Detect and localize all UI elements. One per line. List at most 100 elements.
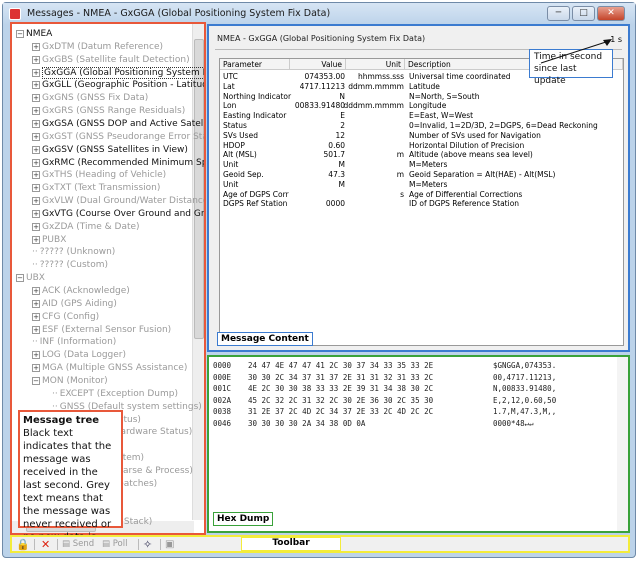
tree-item-label: INF (Information) <box>39 337 117 348</box>
tree-item[interactable]: ··????? (Unknown) <box>32 246 115 259</box>
tree-item[interactable]: +GxGST (GNSS Pseudorange Error Statistic… <box>32 131 204 144</box>
tree-item-label: GxRMC (Recommended Minimum Specific GNSS… <box>42 157 204 168</box>
minimize-button[interactable]: ─ <box>547 6 570 21</box>
table-row[interactable]: Lon 00833.91480 dddmm.mmmm Longitude <box>220 101 623 111</box>
expand-icon[interactable]: + <box>32 222 40 231</box>
column-header-parameter[interactable]: Parameter <box>220 59 290 70</box>
table-row[interactable]: Easting Indicator E E=East, W=West <box>220 111 623 121</box>
table-row[interactable]: Unit M M=Meters <box>220 160 623 170</box>
collapse-icon[interactable]: − <box>32 376 40 385</box>
table-row[interactable]: Status 2 0=Invalid, 1=2D/3D, 2=DGPS, 6=Dea… <box>220 121 623 131</box>
message-tree-callout: Message tree Black text indicates that t… <box>18 410 123 556</box>
send-button[interactable]: ▤ Send <box>62 538 94 551</box>
tree-item[interactable]: + MGA (Multiple GNSS Assistance) <box>32 362 187 375</box>
tree-item[interactable]: − MON (Monitor) <box>32 375 108 388</box>
tree-item[interactable]: +GxGSA (GNSS DOP and Active Satellites) <box>32 118 204 131</box>
expand-icon[interactable]: + <box>32 94 40 103</box>
tree-item-label: GxGST (GNSS Pseudorange Error Statistics… <box>42 131 204 142</box>
expand-icon[interactable]: + <box>32 184 40 193</box>
tree-item[interactable]: ··????? (Custom) <box>32 259 108 272</box>
collapse-icon[interactable]: − <box>16 30 24 38</box>
tree-item[interactable]: Parse & Process) <box>118 465 193 478</box>
cell-description: Longitude <box>409 101 447 111</box>
cell-param: UTC <box>223 72 238 81</box>
hex-scrollbar[interactable] <box>617 357 628 531</box>
hex-hex-bytes: 4E 2C 30 30 38 33 33 2E 39 31 34 38 30 2… <box>248 384 434 394</box>
delete-icon[interactable]: ✕ <box>41 538 50 551</box>
table-row[interactable]: DGPS Ref Station 0000 ID of DGPS Reference… <box>220 199 623 209</box>
tree-item[interactable]: − NMEA <box>16 28 52 41</box>
tree-item[interactable]: + CFG (Config) <box>32 311 99 324</box>
expand-icon[interactable]: + <box>32 81 40 90</box>
tree-item[interactable]: +GxRMC (Recommended Minimum Specific GNS… <box>32 157 204 170</box>
tree-item[interactable]: +GxGGA (Global Positioning System Fix Da… <box>32 66 204 80</box>
tree-item[interactable]: + GxZDA (Time & Date) <box>32 221 140 234</box>
expand-icon[interactable]: + <box>32 68 40 77</box>
tree-connector: ·· <box>32 260 38 271</box>
tree-item[interactable]: + GxGRS (GNSS Range Residuals) <box>32 105 185 118</box>
column-header-value[interactable]: Value <box>290 59 346 70</box>
tree-vertical-scrollbar[interactable] <box>192 24 204 520</box>
collapse-icon[interactable]: − <box>16 274 24 283</box>
expand-icon[interactable]: + <box>32 364 40 373</box>
expand-icon[interactable]: + <box>32 299 40 308</box>
tree-item[interactable]: +GxGLL (Geographic Position - Latitude/L… <box>32 79 204 92</box>
cell-description: M=Meters <box>409 179 448 189</box>
expand-icon[interactable]: + <box>32 209 40 218</box>
expand-icon[interactable]: + <box>32 158 40 167</box>
table-row[interactable]: Geoid Sep. 47.3 m Geoid Separation = Alt(HA… <box>220 170 623 180</box>
table-row[interactable]: HDOP 0.60 Horizontal Dilution of Precision <box>220 141 623 151</box>
tree-item[interactable]: + GxVLW (Dual Ground/Water Distance) <box>32 195 204 208</box>
tree-item[interactable]: +GxVTG (Course Over Ground and Ground Sp… <box>32 208 204 221</box>
expand-icon[interactable]: + <box>32 312 40 321</box>
cell-value: 074353.00 <box>304 72 345 81</box>
tree-item[interactable]: + ACK (Acknowledge) <box>32 285 130 298</box>
expand-icon[interactable]: + <box>32 107 40 116</box>
tree-item[interactable]: + PUBX <box>32 234 66 247</box>
poll-button[interactable]: ▤ Poll <box>102 538 127 551</box>
divider <box>138 539 139 550</box>
tree-item[interactable]: + LOG (Data Logger) <box>32 349 126 362</box>
tree-item-label: ESF (External Sensor Fusion) <box>42 324 172 335</box>
expand-icon[interactable]: + <box>32 325 40 334</box>
send-label: Send <box>72 539 95 549</box>
tree-item[interactable]: + GxTXT (Text Transmission) <box>32 182 160 195</box>
expand-icon[interactable]: + <box>32 119 40 128</box>
tree-item[interactable]: + GxGNS (GNSS Fix Data) <box>32 92 148 105</box>
expand-icon[interactable]: + <box>32 287 40 295</box>
tools-icon[interactable]: ✧ <box>143 538 152 551</box>
divider <box>34 539 35 550</box>
tree-item-label: GxTHS (Heading of Vehicle) <box>42 170 167 181</box>
tree-item[interactable]: + GxGBS (Satellite fault Detection) <box>32 54 190 67</box>
close-button[interactable]: ✕ <box>597 6 625 21</box>
table-row[interactable]: Northing Indicator N N=North, S=South <box>220 92 623 102</box>
table-row[interactable]: Alt (MSL) 501.7 m Altitude (above means sea… <box>220 150 623 160</box>
cell-unit: hhmmss.sss <box>357 72 404 81</box>
tree-item[interactable]: ·· EXCEPT (Exception Dump) <box>52 388 178 401</box>
tree-item[interactable]: + AID (GPS Aiding) <box>32 298 117 311</box>
tree-item[interactable]: lardware Status) <box>118 426 192 439</box>
tree-item[interactable]: − UBX <box>16 272 45 285</box>
expand-icon[interactable]: + <box>32 132 40 141</box>
expand-icon[interactable]: + <box>32 171 40 180</box>
tree-item[interactable]: + GxTHS (Heading of Vehicle) <box>32 169 166 182</box>
table-row[interactable]: Unit M M=Meters <box>220 180 623 190</box>
maximize-button[interactable]: □ <box>572 6 595 21</box>
expand-icon[interactable]: + <box>32 351 40 360</box>
tree-item[interactable]: ·· INF (Information) <box>32 336 116 349</box>
expand-icon[interactable]: + <box>32 145 40 154</box>
column-header-unit[interactable]: Unit <box>346 59 405 70</box>
lock-icon[interactable]: 🔒 <box>16 538 30 551</box>
table-row[interactable]: Age of DGPS Corr s Age of Differential Cor… <box>220 190 623 200</box>
expand-icon[interactable]: + <box>32 197 40 206</box>
tree-item[interactable]: patches) <box>118 478 157 491</box>
tree-item[interactable]: + ESF (External Sensor Fusion) <box>32 324 171 337</box>
tree-item[interactable]: + GxDTM (Datum Reference) <box>32 41 163 54</box>
expand-icon[interactable]: + <box>32 235 40 244</box>
expand-icon[interactable]: + <box>32 55 40 64</box>
document-icon[interactable]: ▣ <box>165 538 174 551</box>
expand-icon[interactable]: + <box>32 42 40 51</box>
tree-item[interactable]: + GxGSV (GNSS Satellites in View) <box>32 144 188 157</box>
table-row[interactable]: SVs Used 12 Number of SVs used for Navigat… <box>220 131 623 141</box>
tree-item[interactable]: / Stack) <box>118 516 152 529</box>
